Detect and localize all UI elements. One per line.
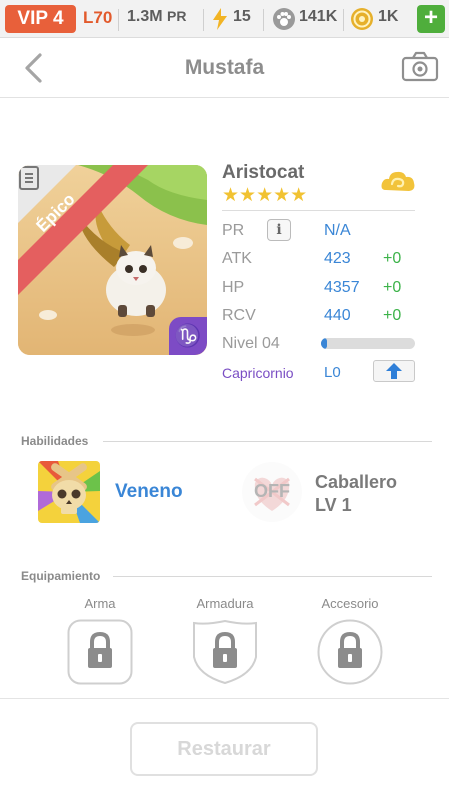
- skill-name-knight[interactable]: Caballero LV 1: [315, 471, 397, 517]
- zodiac-upgrade-button[interactable]: [373, 360, 415, 382]
- stat-bonus-atk: +0: [383, 250, 402, 267]
- page-title: Mustafa: [184, 56, 265, 79]
- equip-label-armor: Armadura: [196, 596, 254, 611]
- stat-label-rcv: RCV: [222, 307, 256, 324]
- stat-value-pr: N/A: [324, 222, 351, 239]
- divider: [343, 9, 344, 31]
- paw-icon: [273, 8, 295, 30]
- restore-button[interactable]: Restaurar: [130, 722, 318, 776]
- level-label: Nivel 04: [222, 335, 280, 352]
- armor-slot[interactable]: [192, 619, 258, 685]
- power-value: 1.3M PR: [127, 8, 187, 25]
- divider: [222, 210, 415, 211]
- lightning-icon: [213, 8, 227, 30]
- header: Mustafa: [0, 38, 449, 98]
- player-level: L70: [83, 8, 113, 27]
- vip-badge[interactable]: VIP 4: [5, 5, 76, 33]
- cloud-coin-icon[interactable]: [380, 168, 416, 198]
- level-progress-fill: [321, 338, 327, 349]
- accessory-slot[interactable]: [317, 619, 383, 685]
- stat-bonus-rcv: +0: [383, 307, 402, 324]
- star-rating: ★★★★★: [222, 185, 308, 206]
- coins-value: 1K: [378, 8, 399, 25]
- divider: [203, 9, 204, 31]
- book-icon: [19, 166, 39, 190]
- stat-bonus-hp: +0: [383, 279, 402, 296]
- equip-label-weapon: Arma: [84, 596, 116, 611]
- zodiac-name: Capricornio: [222, 365, 294, 381]
- equip-label-accessory: Accesorio: [321, 596, 379, 611]
- poison-skill-icon[interactable]: [38, 461, 100, 523]
- stat-value-hp: 4357: [324, 279, 360, 296]
- skill-level-text: LV 1: [315, 495, 352, 515]
- divider: [113, 576, 432, 577]
- weapon-slot[interactable]: [67, 619, 133, 685]
- stat-value-atk: 423: [324, 250, 351, 267]
- pet-card[interactable]: Épico ♑: [18, 165, 207, 355]
- stat-label-pr: PR: [222, 222, 245, 239]
- skull-icon: [38, 461, 100, 523]
- skill-name-poison[interactable]: Veneno: [115, 481, 183, 503]
- info-button[interactable]: i: [267, 219, 291, 241]
- skill-name-text: Caballero: [315, 472, 398, 492]
- coin-icon: [351, 8, 373, 30]
- divider: [118, 9, 119, 31]
- camera-icon[interactable]: [401, 50, 439, 82]
- divider: [103, 441, 432, 442]
- divider: [0, 698, 449, 699]
- arrow-up-icon: [386, 363, 402, 379]
- divider: [263, 9, 264, 31]
- capricorn-icon: ♑: [169, 317, 207, 355]
- add-currency-button[interactable]: +: [417, 5, 445, 33]
- status-bar: VIP 4 L70 1.3M PR 15 141K 1K +: [0, 0, 449, 38]
- stat-label-atk: ATK: [222, 250, 252, 267]
- energy-value: 15: [233, 8, 251, 25]
- skill-off-label: OFF: [254, 481, 290, 501]
- stat-label-hp: HP: [222, 279, 245, 296]
- equipment-section-title: Equipamiento: [21, 569, 101, 583]
- level-progress-bar: [321, 338, 415, 349]
- zodiac-level: L0: [324, 364, 341, 381]
- paws-value: 141K: [299, 8, 338, 25]
- pet-name: Aristocat: [222, 162, 305, 183]
- skills-section-title: Habilidades: [21, 434, 89, 448]
- stat-value-rcv: 440: [324, 307, 351, 324]
